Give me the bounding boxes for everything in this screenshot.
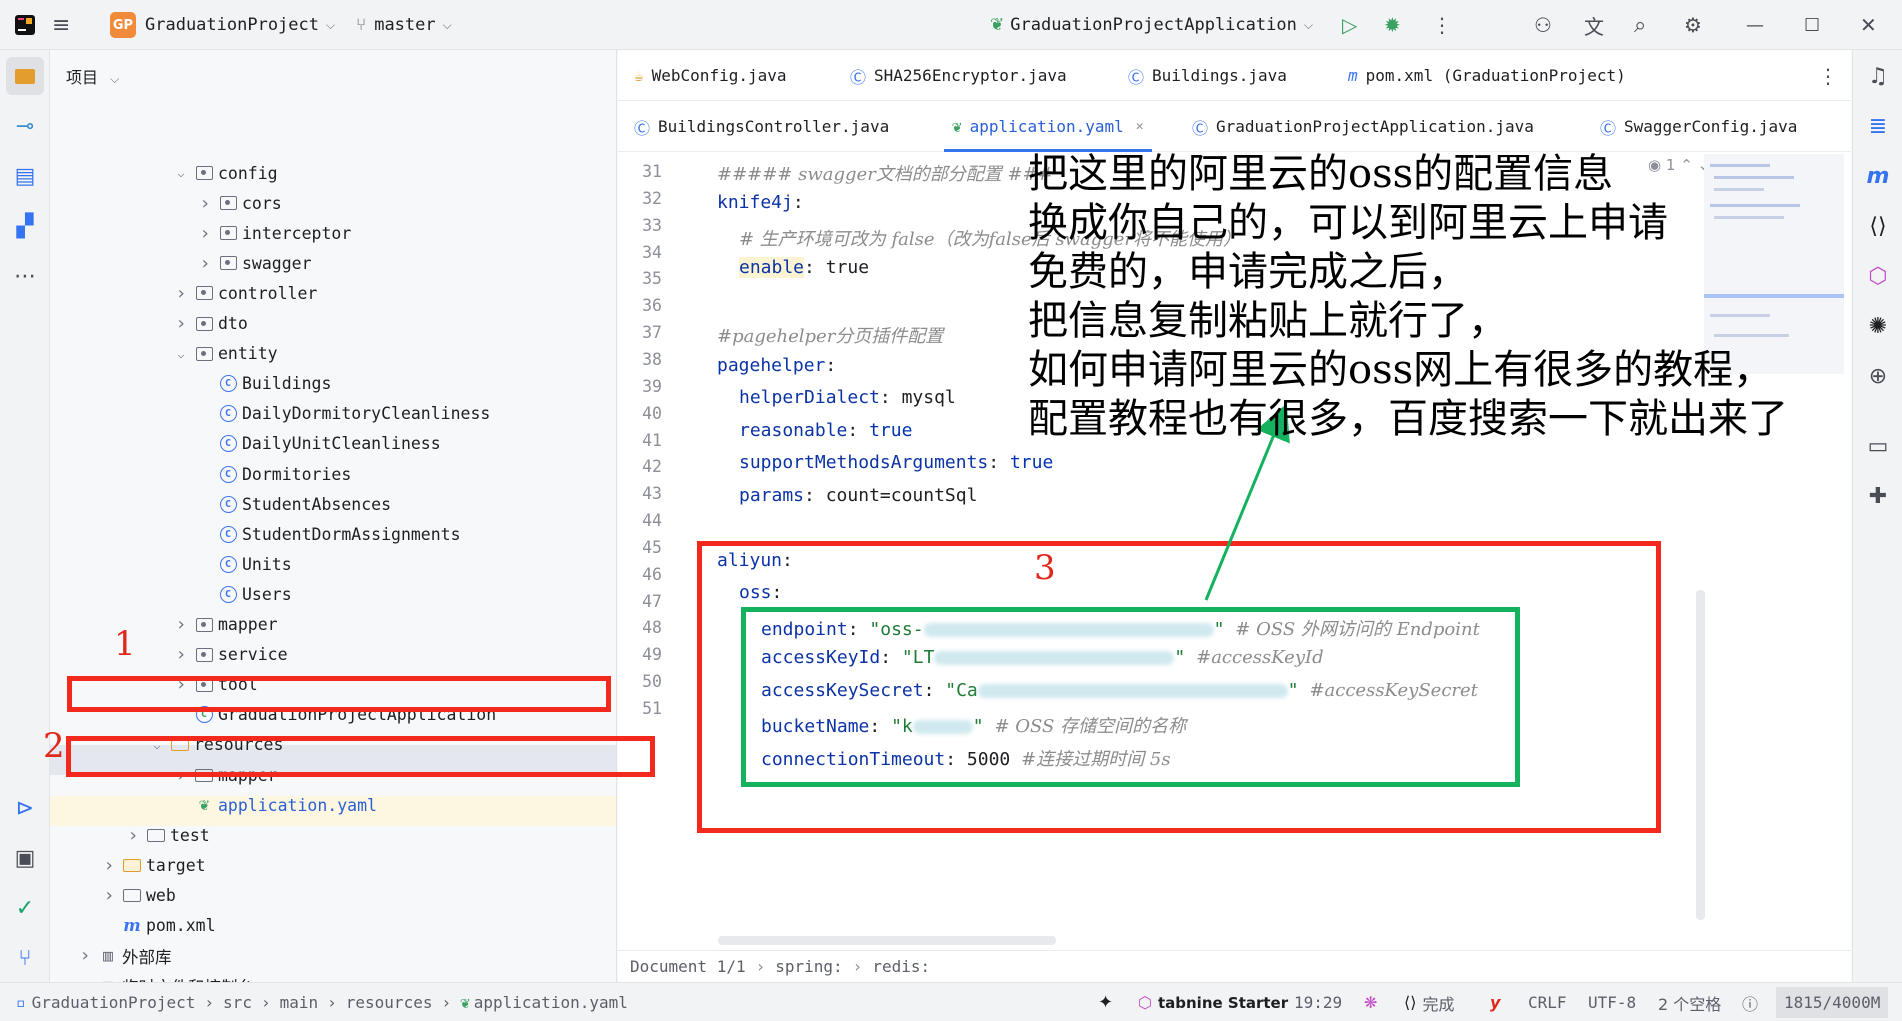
annotation-line: 配置教程也有很多，百度搜索一下就出来了 bbox=[1028, 396, 1788, 442]
annotation-text: 把这里的阿里云的oss的配置信息 换成你自己的，可以到阿里云上申请 免费的，申请完成… bbox=[1028, 150, 1788, 444]
annotation-line: 把信息复制粘贴上就行了， bbox=[1028, 298, 1508, 344]
annotation-line: 把这里的阿里云的oss的配置信息 bbox=[1028, 151, 1614, 197]
annotation-line: 免费的，申请完成之后， bbox=[1028, 249, 1468, 295]
annotation-line: 如何申请阿里云的oss网上有很多的教程， bbox=[1028, 347, 1774, 393]
annotation-line: 换成你自己的，可以到阿里云上申请 bbox=[1028, 200, 1668, 246]
